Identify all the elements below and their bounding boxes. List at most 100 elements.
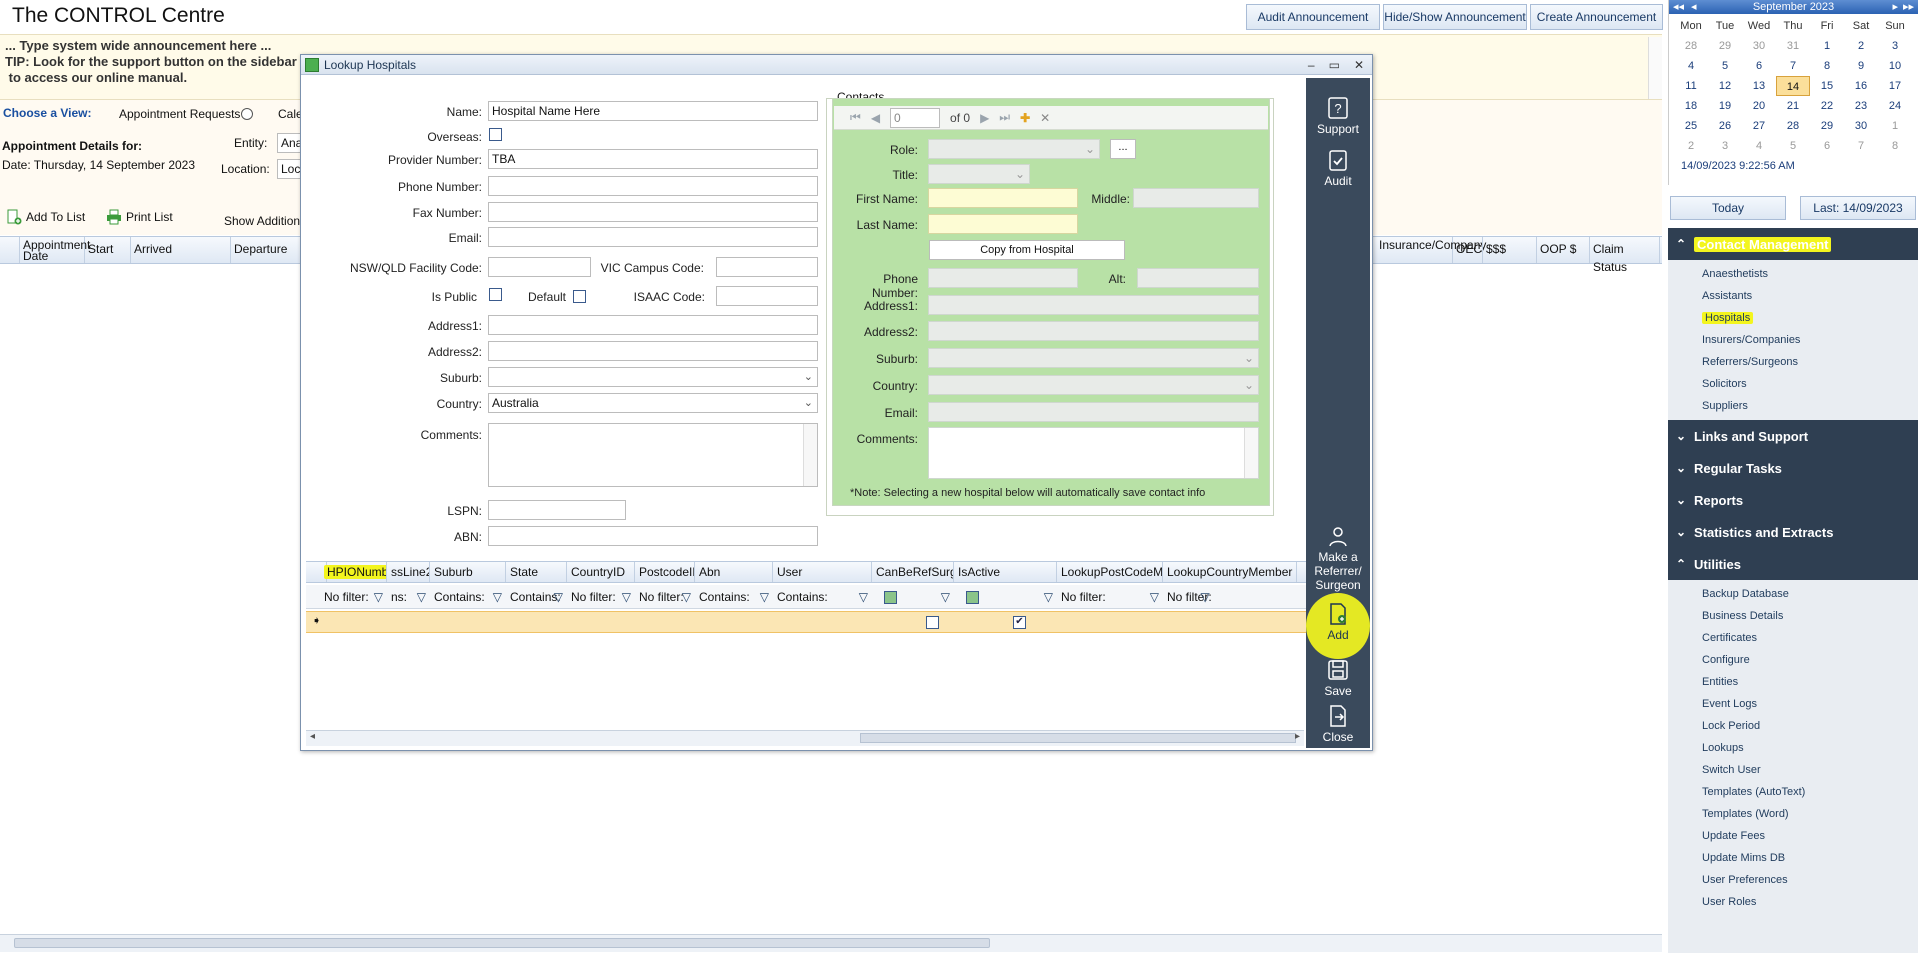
sidebar-section-links-and-support[interactable]: ⌄ Links and Support <box>1668 420 1918 452</box>
col-state[interactable]: State <box>506 562 567 582</box>
entity-select[interactable]: Ana <box>277 133 302 153</box>
calendar-day[interactable]: 7 <box>1776 56 1810 76</box>
close-button[interactable]: Close <box>1306 704 1370 744</box>
calendar-day[interactable]: 28 <box>1776 116 1810 136</box>
filter-user[interactable]: Contains: ▽ <box>777 588 870 606</box>
alt-phone-input[interactable] <box>1137 268 1259 288</box>
contact-comments-scrollbar[interactable] <box>1244 428 1258 478</box>
contact-email-input[interactable] <box>928 402 1259 422</box>
col-dollars[interactable]: $$$ <box>1483 237 1537 263</box>
middle-name-input[interactable] <box>1133 188 1259 208</box>
calendar-day[interactable]: 29 <box>1708 36 1742 56</box>
calendar-day[interactable]: 27 <box>1742 116 1776 136</box>
appointment-requests-radio[interactable] <box>241 108 253 120</box>
next-month-icon[interactable]: ▸ <box>1892 0 1898 14</box>
support-button[interactable]: ? Support <box>1306 96 1370 136</box>
title-select[interactable]: ⌄ <box>928 164 1030 184</box>
filter-checkbox[interactable] <box>966 591 979 605</box>
contact-address1-input[interactable] <box>928 295 1259 315</box>
filter-funnel-icon[interactable]: ▽ <box>417 588 426 606</box>
calendar-day[interactable]: 11 <box>1674 76 1708 96</box>
sidebar-item-assistants[interactable]: Assistants <box>1668 285 1918 307</box>
sidebar-item-update-mims-db[interactable]: Update Mims DB <box>1668 847 1918 869</box>
add-to-list-button[interactable]: Add To List <box>6 209 85 225</box>
filter-funnel-icon[interactable]: ▽ <box>622 588 631 606</box>
calendar-day[interactable]: 10 <box>1878 56 1912 76</box>
contact-country-select[interactable]: ⌄ <box>928 375 1259 395</box>
filter-abn[interactable]: Contains: ▽ <box>699 588 771 606</box>
calendar-day[interactable]: 18 <box>1674 96 1708 116</box>
role-select[interactable]: ⌄ <box>928 139 1100 159</box>
contact-phone-input[interactable] <box>928 268 1078 288</box>
col-countryid[interactable]: CountryID <box>567 562 635 582</box>
contact-comments-textarea[interactable] <box>928 427 1259 479</box>
calendar-day[interactable]: 9 <box>1844 56 1878 76</box>
save-button[interactable]: Save <box>1306 658 1370 698</box>
sidebar-section-reports[interactable]: ⌄ Reports <box>1668 484 1918 516</box>
isaac-code-input[interactable] <box>716 286 818 306</box>
col-oec[interactable]: OEC <box>1453 237 1483 263</box>
sidebar-item-suppliers[interactable]: Suppliers <box>1668 395 1918 417</box>
filter-ssline2[interactable]: ns: ▽ <box>391 588 428 606</box>
col-lookuppostcodemember[interactable]: LookupPostCodeMember <box>1057 562 1163 582</box>
filter-state[interactable]: Contains: ▽ <box>510 588 565 606</box>
fax-number-input[interactable] <box>488 202 818 222</box>
sidebar-section-statistics-and-extracts[interactable]: ⌄ Statistics and Extracts <box>1668 516 1918 548</box>
filter-funnel-icon[interactable]: ▽ <box>941 588 950 606</box>
first-record-icon[interactable]: ⏮ <box>850 110 861 125</box>
record-position-input[interactable]: 0 <box>890 107 941 128</box>
hospitals-grid-scrollbar[interactable]: ◂ ▸ <box>306 730 1304 746</box>
calendar-day[interactable]: 2 <box>1674 136 1708 156</box>
calendar-day[interactable]: 30 <box>1742 36 1776 56</box>
filter-checkbox[interactable] <box>884 591 897 605</box>
comments-textarea[interactable] <box>488 423 818 487</box>
contact-suburb-select[interactable]: ⌄ <box>928 348 1259 368</box>
calendar-day[interactable]: 3 <box>1878 36 1912 56</box>
calendar-day[interactable]: 23 <box>1844 96 1878 116</box>
col-start[interactable]: Start <box>85 237 131 263</box>
close-icon[interactable]: ✕ <box>1354 58 1364 72</box>
filter-isactive[interactable]: ▽ <box>958 588 1055 606</box>
calendar-day[interactable]: 1 <box>1878 116 1912 136</box>
filter-funnel-icon[interactable]: ▽ <box>682 588 691 606</box>
sidebar-item-anaesthetists[interactable]: Anaesthetists <box>1668 263 1918 285</box>
first-name-input[interactable] <box>928 188 1078 208</box>
location-select[interactable]: Loca <box>277 159 307 179</box>
col-abn[interactable]: Abn <box>695 562 773 582</box>
sidebar-item-entities[interactable]: Entities <box>1668 671 1918 693</box>
announcement-scrollbar[interactable] <box>1648 37 1662 99</box>
sidebar-item-event-logs[interactable]: Event Logs <box>1668 693 1918 715</box>
calendar-day[interactable]: 17 <box>1878 76 1912 96</box>
sidebar-item-certificates[interactable]: Certificates <box>1668 627 1918 649</box>
address1-input[interactable] <box>488 315 818 335</box>
last-record-icon[interactable]: ⏭ <box>999 110 1010 125</box>
calendar-day[interactable]: 14 <box>1776 76 1810 96</box>
prev-record-icon[interactable]: ◀ <box>871 111 880 125</box>
calendar-day[interactable]: 4 <box>1742 136 1776 156</box>
calendar-day[interactable]: 25 <box>1674 116 1708 136</box>
calendar-day[interactable]: 6 <box>1742 56 1776 76</box>
sidebar-item-configure[interactable]: Configure <box>1668 649 1918 671</box>
calendar-day[interactable]: 1 <box>1810 36 1844 56</box>
calendar-day[interactable]: 6 <box>1810 136 1844 156</box>
abn-input[interactable] <box>488 526 818 546</box>
sidebar-item-user-roles[interactable]: User Roles <box>1668 891 1918 913</box>
sidebar-item-lock-period[interactable]: Lock Period <box>1668 715 1918 737</box>
calendar-day[interactable]: 8 <box>1810 56 1844 76</box>
calendar-day[interactable]: 20 <box>1742 96 1776 116</box>
calendar-day[interactable]: 30 <box>1844 116 1878 136</box>
col-isactive[interactable]: IsActive <box>954 562 1057 582</box>
scroll-right-icon[interactable]: ▸ <box>1295 731 1300 742</box>
filter-postcodeid[interactable]: No filter: ▽ <box>639 588 693 606</box>
sidebar-section-utilities[interactable]: ⌃ Utilities <box>1668 548 1918 580</box>
last-name-input[interactable] <box>928 214 1078 234</box>
sidebar-item-templates-autotext-[interactable]: Templates (AutoText) <box>1668 781 1918 803</box>
calendar-day[interactable]: 16 <box>1844 76 1878 96</box>
last-date-button[interactable]: Last: 14/09/2023 <box>1800 196 1916 220</box>
col-ssline2[interactable]: ssLine2 <box>387 562 430 582</box>
next-year-icon[interactable]: ▸▸ <box>1903 0 1914 14</box>
calendar-day[interactable]: 31 <box>1776 36 1810 56</box>
col-suburb[interactable]: Suburb <box>430 562 506 582</box>
calendar-day[interactable]: 8 <box>1878 136 1912 156</box>
add-button[interactable]: Add <box>1306 602 1370 642</box>
